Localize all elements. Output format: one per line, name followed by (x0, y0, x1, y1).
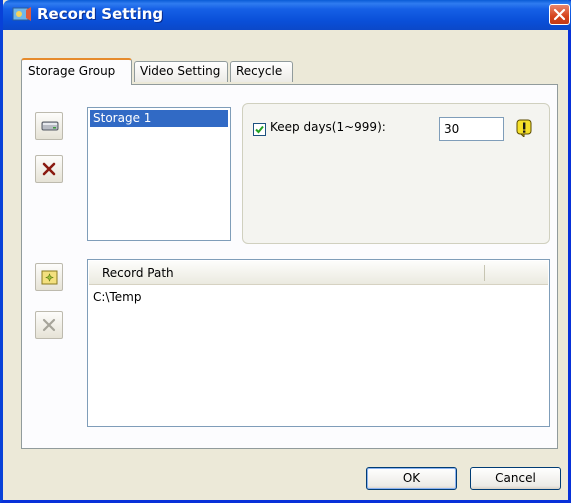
tab-label: Recycle (236, 64, 283, 78)
keep-days-input[interactable] (439, 117, 504, 141)
cancel-button[interactable]: Cancel (470, 467, 561, 490)
ok-button[interactable]: OK (366, 467, 457, 490)
keep-days-label[interactable]: Keep days(1~999): (270, 120, 386, 134)
table-row[interactable]: C:\Temp (93, 290, 141, 304)
add-path-button[interactable] (35, 263, 63, 291)
tab-recycle[interactable]: Recycle (230, 61, 293, 82)
record-setting-dialog: Record Setting Storage Group Video Setti… (0, 0, 571, 503)
close-icon (553, 8, 566, 21)
close-button[interactable] (549, 4, 570, 25)
storage-group-list[interactable]: Storage 1 (87, 107, 231, 241)
title-bar[interactable]: Record Setting (3, 0, 571, 30)
tab-video-setting[interactable]: Video Setting (134, 61, 228, 82)
new-folder-icon (41, 270, 58, 285)
warning-icon (516, 119, 532, 137)
delete-x-icon (42, 162, 56, 176)
column-divider[interactable] (484, 265, 485, 281)
delete-x-disabled-icon (42, 318, 56, 332)
checkmark-icon (255, 125, 264, 134)
app-icon (12, 7, 31, 21)
tab-storage-group[interactable]: Storage Group (21, 58, 132, 85)
tab-label: Storage Group (28, 64, 116, 78)
tab-label: Video Setting (140, 64, 221, 78)
delete-storage-button[interactable] (35, 155, 63, 183)
drive-icon (41, 121, 59, 131)
column-header-label: Record Path (102, 266, 174, 280)
list-item[interactable]: Storage 1 (90, 110, 228, 127)
window-title: Record Setting (37, 5, 164, 23)
add-storage-button[interactable] (35, 112, 63, 140)
keep-days-checkbox[interactable] (253, 123, 266, 136)
record-path-column-header[interactable]: Record Path (89, 261, 548, 285)
record-path-table[interactable]: Record Path C:\Temp (87, 259, 550, 427)
delete-path-button[interactable] (35, 311, 63, 339)
